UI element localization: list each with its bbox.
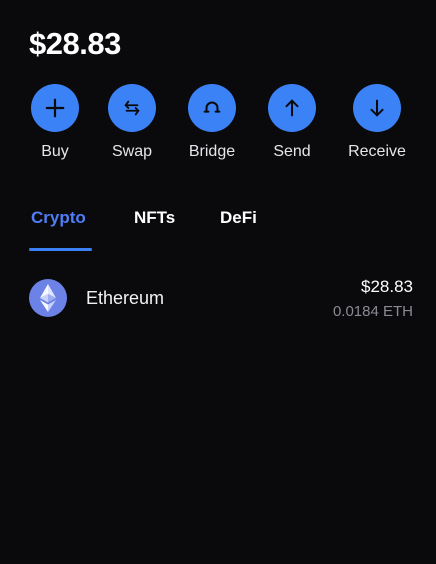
- receive-circle[interactable]: [353, 84, 401, 132]
- asset-name: Ethereum: [86, 288, 165, 308]
- asset-token-amount: 0.0184 ETH: [332, 303, 413, 320]
- send-label: Send: [273, 143, 311, 160]
- swap-button[interactable]: Swap: [92, 84, 172, 161]
- active-tab-indicator: [29, 248, 92, 251]
- tab-crypto[interactable]: Crypto: [31, 206, 86, 230]
- bridge-icon: [203, 101, 221, 113]
- asset-row-ethereum[interactable]: Ethereum $28.83 0.0184 ETH: [0, 272, 436, 328]
- swap-label: Swap: [111, 143, 153, 160]
- asset-tabs: Crypto NFTs DeFi: [0, 206, 436, 252]
- buy-circle[interactable]: [31, 84, 79, 132]
- send-circle[interactable]: [268, 84, 316, 132]
- arrow-down-icon: [370, 99, 384, 117]
- receive-label: Receive: [348, 143, 406, 160]
- bridge-label: Bridge: [188, 143, 236, 160]
- ethereum-logo: [29, 279, 67, 317]
- bridge-circle[interactable]: [188, 84, 236, 132]
- plus-icon: [45, 98, 65, 118]
- action-bar: Buy Swap Bridge Send Receive: [0, 84, 436, 174]
- tab-nfts[interactable]: NFTs: [134, 206, 175, 230]
- swap-circle[interactable]: [108, 84, 156, 132]
- send-button[interactable]: Send: [252, 84, 332, 161]
- wallet-balance: $28.83: [29, 26, 121, 61]
- receive-button[interactable]: Receive: [337, 84, 417, 161]
- ethereum-icon: [40, 284, 56, 312]
- arrow-up-icon: [285, 99, 299, 117]
- swap-arrows-icon: [124, 100, 140, 116]
- tab-defi[interactable]: DeFi: [220, 206, 257, 230]
- asset-fiat-value: $28.83: [361, 277, 413, 296]
- buy-label: Buy: [41, 143, 69, 160]
- bridge-button[interactable]: Bridge: [172, 84, 252, 161]
- buy-button[interactable]: Buy: [15, 84, 95, 161]
